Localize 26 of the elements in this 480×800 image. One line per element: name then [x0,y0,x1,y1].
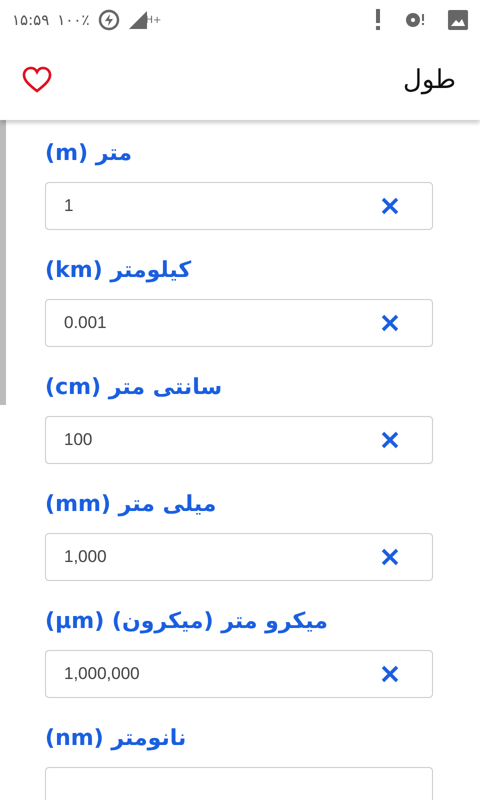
image-icon [448,10,468,30]
battery-level: ۱۰۰٪ [57,11,90,29]
battery-charging-icon [98,9,120,31]
scrollbar[interactable] [0,120,6,405]
page-title: طول [402,65,456,95]
input-field[interactable]: 100 [45,416,433,464]
input-field[interactable]: 0.001 [45,299,433,347]
disc-icon [404,10,426,30]
unit-label: سانتی متر (cm) [45,374,222,400]
clear-icon[interactable] [380,547,400,567]
alert-icon [374,9,382,31]
unit-label: میلی متر (mm) [45,492,216,516]
unit-label: متر (m) [45,140,132,166]
unit-label: نانومتر (nm) [45,726,186,750]
clock: ۱۵:۵۹ [12,11,50,29]
clear-icon[interactable] [380,430,400,450]
unit-label: کیلومتر (km) [45,258,192,282]
signal-icon [128,10,148,30]
input-field[interactable]: 1 [45,182,433,230]
unit-label: میکرو متر (میکرون) (µm) [45,608,328,634]
clear-icon[interactable] [380,313,400,333]
input-field[interactable]: 1,000,000 [45,650,433,698]
input-field[interactable]: 1,000 [45,533,433,581]
clear-icon[interactable] [380,196,400,216]
clear-icon[interactable] [380,664,400,684]
heart-icon[interactable] [22,66,52,94]
